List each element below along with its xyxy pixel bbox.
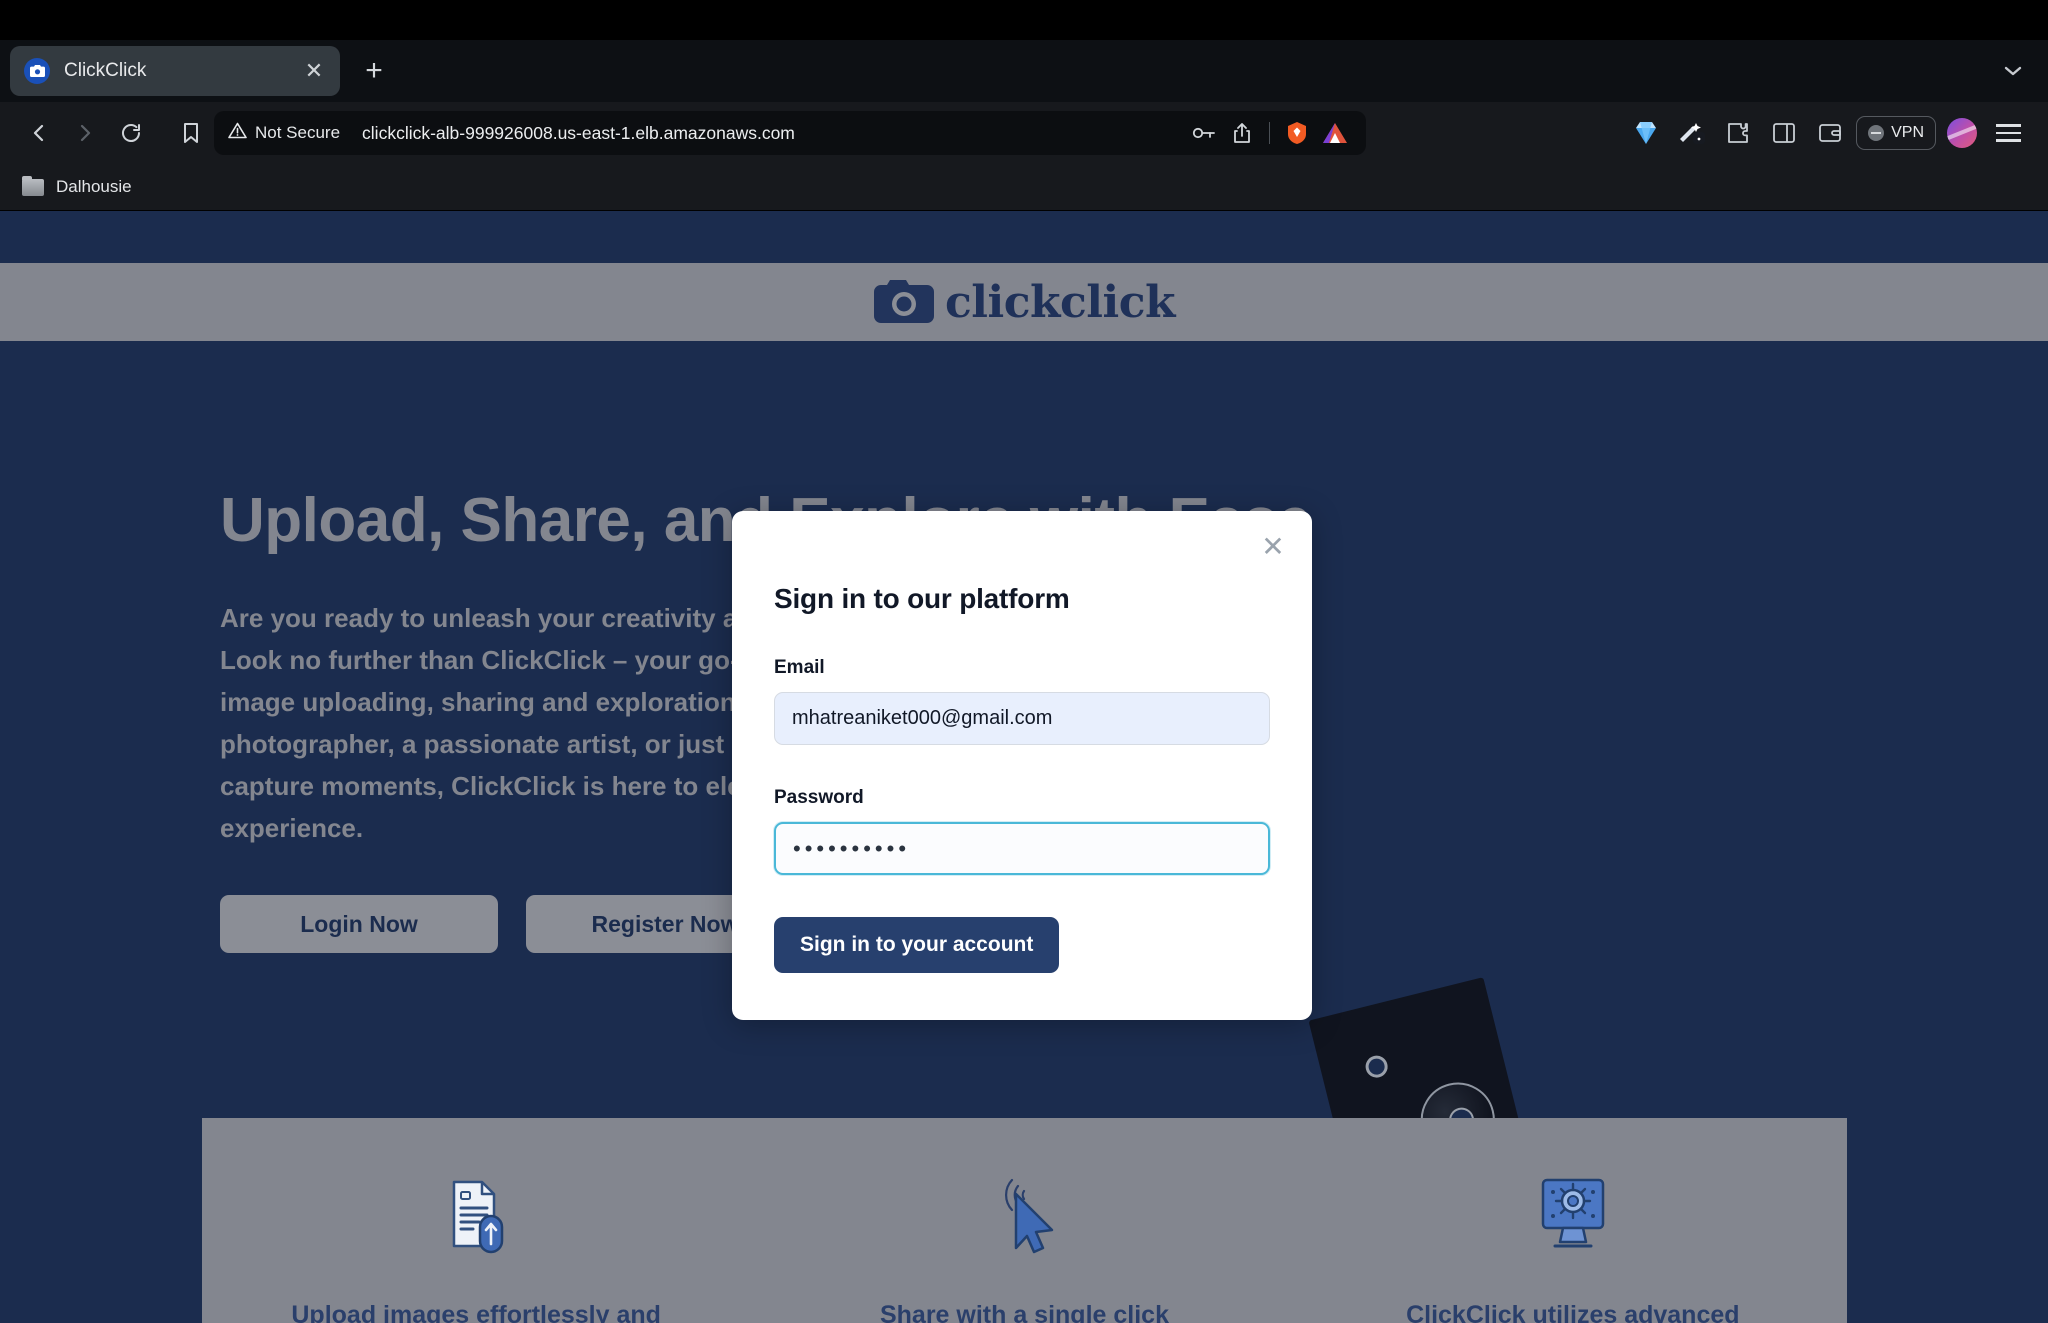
email-label: Email [774,657,825,678]
email-field[interactable] [774,692,1270,745]
feature-card-algorithms: ClickClick utilizes advanced algorithms [1299,1118,1847,1323]
leo-diamond-icon[interactable] [1626,113,1666,153]
site-logo[interactable]: clickclick [873,276,1176,329]
brave-triangle-icon[interactable] [1318,116,1352,150]
camera-icon [24,58,50,84]
feature-title: ClickClick utilizes advanced algorithms [1406,1301,1740,1323]
password-label: Password [774,787,864,808]
features-section: Upload images effortlessly and securely … [202,1118,1847,1323]
browser-toolbar-actions: VPN [1626,113,2032,153]
profile-avatar[interactable] [1942,113,1982,153]
key-icon[interactable] [1187,116,1221,150]
new-tab-button[interactable]: + [352,49,396,93]
password-field[interactable]: •••••••••• [774,822,1270,875]
window-titlebar [0,0,2048,40]
modal-title: Sign in to our platform [774,583,1070,614]
divider [1269,122,1270,144]
camera-icon [873,276,935,329]
feature-title: Upload images effortlessly and securely [291,1301,661,1323]
brave-lion-icon[interactable] [1280,116,1314,150]
puzzle-piece-icon[interactable] [1718,113,1758,153]
folder-icon [22,175,44,196]
security-status[interactable]: Not Secure [228,122,340,144]
close-icon[interactable]: ✕ [1256,531,1290,565]
bookmark-item-dalhousie[interactable]: Dalhousie [16,173,138,201]
login-now-button[interactable]: Login Now [220,895,498,954]
bookmarks-bar: Dalhousie [0,164,2048,210]
magic-wand-icon[interactable] [1672,113,1712,153]
address-bar-container: Not Secure clickclick-alb-999926008.us-e… [168,110,1606,156]
security-label: Not Secure [255,123,341,142]
document-upload-icon [430,1170,522,1262]
wallet-icon[interactable] [1810,113,1850,153]
signin-modal: ✕ Sign in to our platform Email Password… [732,511,1312,1020]
feature-card-click: Share with a single click anywhere [750,1118,1298,1323]
hamburger-menu-icon[interactable] [1988,113,2028,153]
bookmark-label: Dalhousie [56,177,132,196]
logo-text: clickclick [945,276,1176,328]
tab-title: ClickClick [64,60,147,81]
warning-triangle-icon [228,122,247,144]
signin-submit-button[interactable]: Sign in to your account [774,917,1060,973]
vpn-label: VPN [1891,124,1924,141]
navigation-toolbar: Not Secure clickclick-alb-999926008.us-e… [0,102,2048,164]
tab-clickclick[interactable]: ClickClick ✕ [10,46,340,96]
site-header: clickclick [0,263,2048,341]
bookmark-icon[interactable] [168,110,214,156]
monitor-gear-icon [1527,1170,1619,1262]
address-bar[interactable]: Not Secure clickclick-alb-999926008.us-e… [214,111,1366,155]
click-cursor-icon [978,1170,1070,1262]
avatar [1947,118,1977,148]
forward-arrow-icon[interactable] [62,110,108,156]
address-bar-actions [1187,116,1352,150]
share-icon[interactable] [1225,116,1259,150]
url-text: clickclick-alb-999926008.us-east-1.elb.a… [362,122,795,143]
back-arrow-icon[interactable] [16,110,62,156]
browser-window: ClickClick ✕ + Not Secure clickclick-alb… [0,0,2048,1323]
chevron-down-icon[interactable] [1998,56,2028,86]
password-masked-value: •••••••••• [793,836,911,861]
sidebar-panel-icon[interactable] [1764,113,1804,153]
feature-card-upload: Upload images effortlessly and securely [202,1118,750,1323]
tab-strip: ClickClick ✕ + [0,40,2048,102]
close-icon[interactable]: ✕ [302,60,326,82]
feature-title: Share with a single click anywhere [879,1301,1169,1323]
vpn-toggle-icon [1868,125,1885,141]
reload-icon[interactable] [108,110,154,156]
vpn-button[interactable]: VPN [1856,116,1936,150]
